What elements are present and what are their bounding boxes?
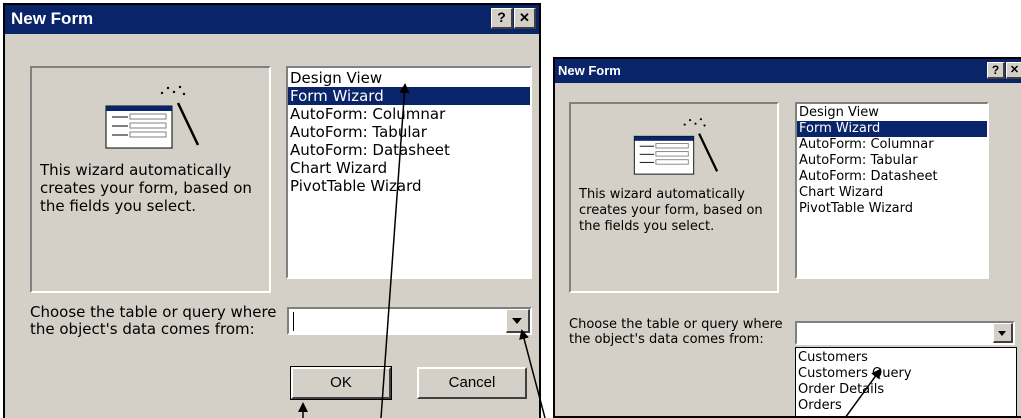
chevron-down-icon [512,318,522,324]
new-form-dialog: New Form ? ✕ This wizard automatically c… [3,3,541,418]
title-bar[interactable]: New Form ? ✕ [5,5,539,34]
dropdown-option[interactable]: Customers Query [796,366,1016,382]
magic-wand-icon [698,133,719,172]
dropdown-list[interactable]: Customers Customers Query Order Details … [795,347,1017,416]
dropdown-button[interactable] [506,309,530,333]
close-button[interactable]: ✕ [1006,62,1021,79]
dialog-title: New Form [11,9,94,28]
chevron-down-icon [998,331,1006,336]
view-options-list[interactable]: Design View Form Wizard AutoForm: Column… [795,102,989,279]
view-options-list[interactable]: Design View Form Wizard AutoForm: Column… [286,66,532,279]
dropdown-button[interactable] [993,323,1013,343]
cancel-button[interactable]: Cancel [417,367,527,399]
dialog-title: New Form [558,63,621,78]
help-button[interactable]: ? [987,62,1005,79]
source-label: Choose the table or query where the obje… [569,317,783,347]
source-combobox[interactable] [287,307,532,335]
sparkle-icon [683,118,706,127]
help-button[interactable]: ? [491,8,513,29]
dropdown-option[interactable]: Customers [796,350,1016,366]
list-item[interactable]: AutoForm: Columnar [797,137,987,153]
list-item[interactable]: Chart Wizard [288,159,530,177]
close-button[interactable]: ✕ [514,8,536,29]
list-item[interactable]: AutoForm: Columnar [288,105,530,123]
list-item-selected[interactable]: Form Wizard [797,121,987,137]
ok-button[interactable]: OK [290,366,392,400]
dropdown-option[interactable]: Orders [796,398,1016,414]
title-bar[interactable]: New Form ? ✕ [555,59,1021,83]
text-cursor [293,312,294,331]
form-wizard-icon [633,118,719,175]
wizard-description: This wizard automatically creates your f… [40,161,252,215]
list-item[interactable]: PivotTable Wizard [288,177,530,195]
list-item-selected[interactable]: Form Wizard [288,87,530,105]
source-combobox[interactable] [795,321,1015,345]
preview-panel: This wizard automatically creates your f… [569,102,779,293]
dropdown-option[interactable]: Order Details [796,382,1016,398]
preview-panel: This wizard automatically creates your f… [30,66,271,293]
source-label: Choose the table or query where the obje… [30,303,277,338]
list-item[interactable]: PivotTable Wizard [797,201,987,217]
magic-wand-icon [176,102,200,146]
list-item[interactable]: AutoForm: Tabular [288,123,530,141]
new-form-dialog-dropdown-open: New Form ? ✕ This wizard automatically c… [553,57,1021,418]
wizard-description: This wizard automatically creates your f… [579,187,763,234]
list-item[interactable]: Design View [288,69,530,87]
form-wizard-icon [105,85,200,149]
list-item[interactable]: AutoForm: Datasheet [797,169,987,185]
list-item[interactable]: AutoForm: Datasheet [288,141,530,159]
sparkle-icon [160,85,186,96]
list-item[interactable]: Design View [797,105,987,121]
list-item[interactable]: AutoForm: Tabular [797,153,987,169]
list-item[interactable]: Chart Wizard [797,185,987,201]
